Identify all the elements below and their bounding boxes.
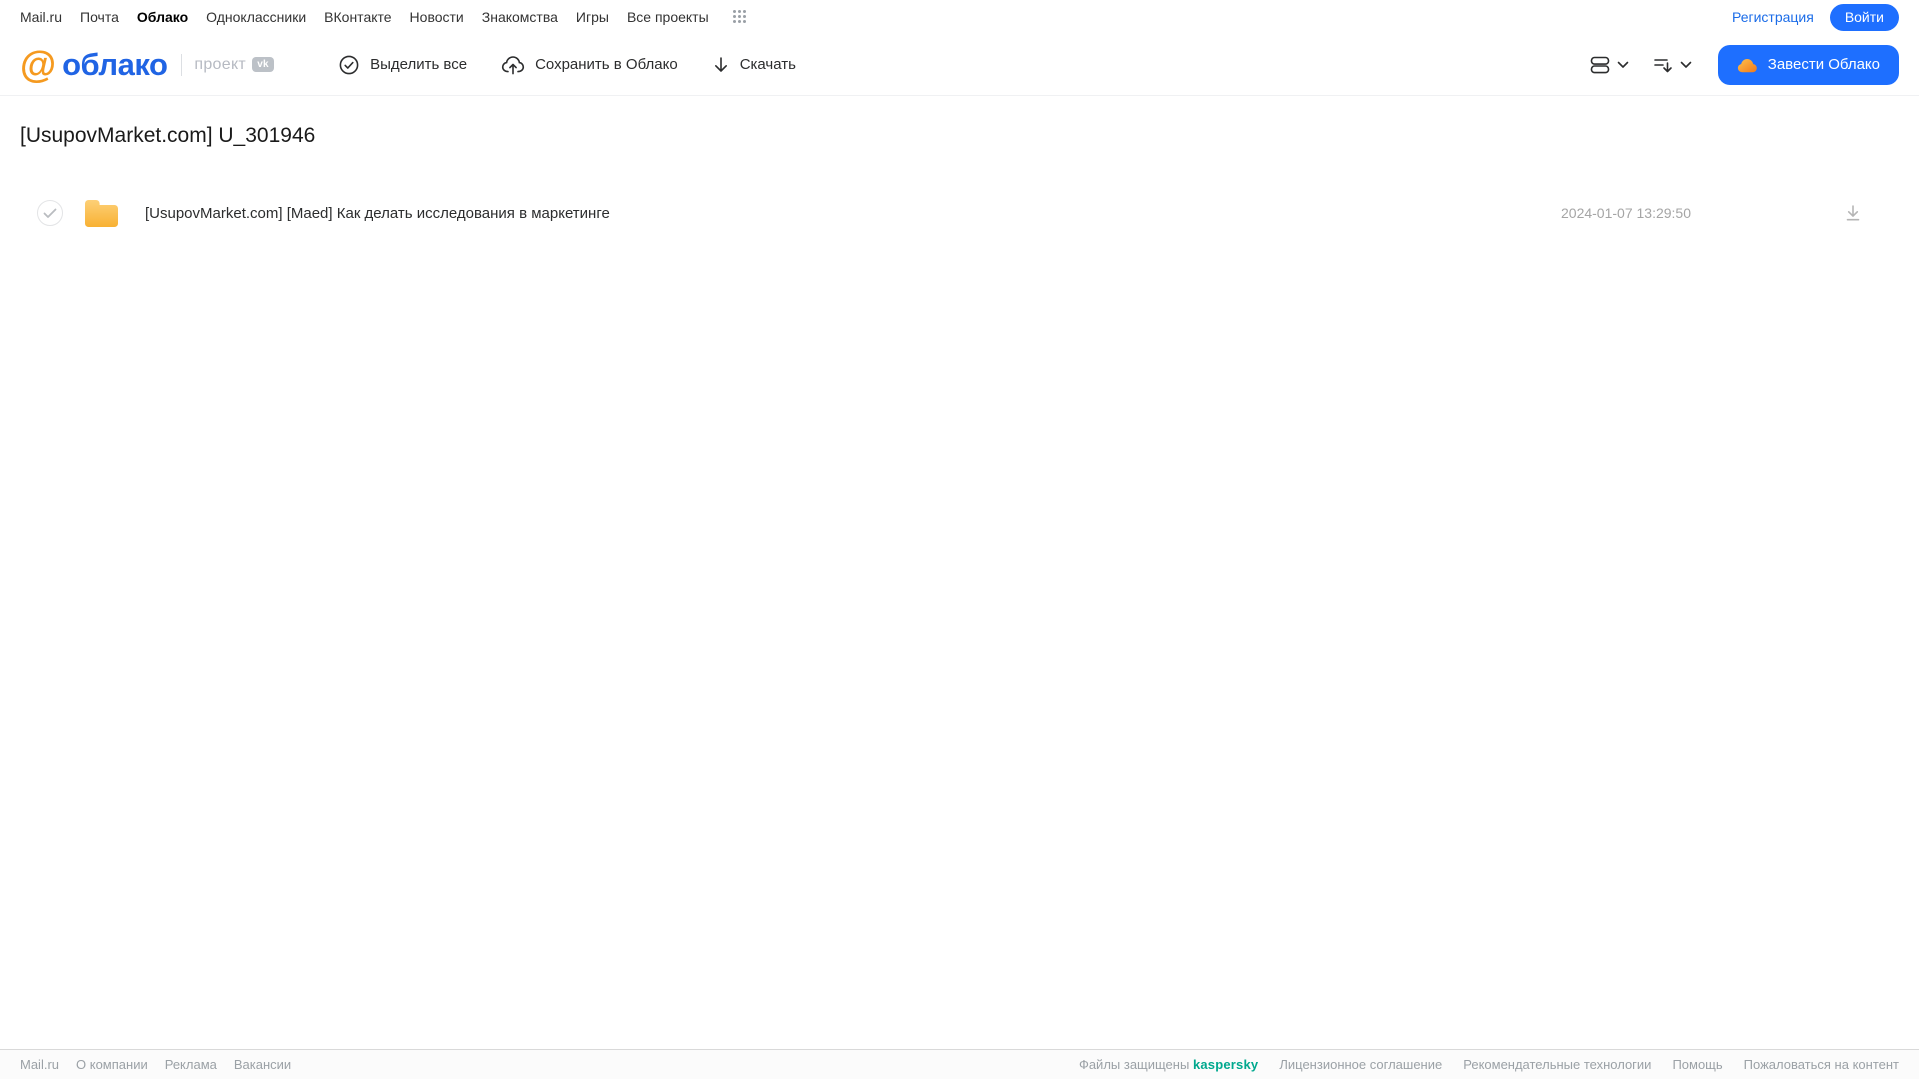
header-right-controls: Завести Облако: [1584, 44, 1899, 85]
nav-oblako[interactable]: Облако: [137, 9, 188, 25]
vk-logo-icon: vk: [252, 57, 275, 72]
row-checkbox[interactable]: [37, 200, 63, 226]
apps-grid-icon[interactable]: [732, 9, 748, 25]
create-cloud-button[interactable]: Завести Облако: [1717, 44, 1899, 85]
create-cloud-label: Завести Облако: [1767, 56, 1880, 73]
save-to-cloud-button[interactable]: Сохранить в Облако: [501, 54, 678, 76]
registration-link[interactable]: Регистрация: [1732, 9, 1814, 25]
nav-vse-proekty[interactable]: Все проекты: [627, 9, 709, 25]
file-toolbar: Выделить все Сохранить в Облако Скачать: [338, 54, 796, 76]
footer-ads[interactable]: Реклама: [165, 1057, 217, 1072]
view-mode-icon: [1588, 53, 1612, 77]
cloud-logo[interactable]: @ облако проект vk: [20, 44, 275, 85]
cloud-header: @ облако проект vk Выделить все Сохранит…: [0, 34, 1919, 96]
sort-dropdown[interactable]: [1647, 50, 1696, 80]
footer-about[interactable]: О компании: [76, 1057, 148, 1072]
portal-nav: Mail.ru Почта Облако Одноклассники ВКонт…: [0, 0, 1919, 34]
chevron-down-icon: [1680, 61, 1692, 69]
kaspersky-logo: kaspersky: [1192, 1057, 1259, 1072]
main-content: [UsupovMarket.com] U_301946 [UsupovMarke…: [0, 96, 1919, 236]
footer-recommendations[interactable]: Рекомендательные технологии: [1463, 1057, 1651, 1072]
nav-novosti[interactable]: Новости: [410, 9, 464, 25]
select-all-label: Выделить все: [370, 56, 468, 73]
footer-left-links: Mail.ru О компании Реклама Вакансии: [20, 1057, 291, 1072]
login-button[interactable]: Войти: [1829, 3, 1899, 31]
project-label: проект: [194, 55, 247, 73]
sort-icon: [1651, 54, 1675, 76]
file-date: 2024-01-07 13:29:50: [1561, 205, 1691, 221]
nav-pochta[interactable]: Почта: [80, 9, 119, 25]
chevron-down-icon: [1617, 61, 1629, 69]
footer-help[interactable]: Помощь: [1672, 1057, 1722, 1072]
portal-links: Mail.ru Почта Облако Одноклассники ВКонт…: [20, 9, 748, 25]
download-button[interactable]: Скачать: [712, 55, 796, 75]
orange-cloud-icon: [1737, 57, 1759, 73]
protected-label: Файлы защищены: [1078, 1057, 1190, 1072]
nav-igry[interactable]: Игры: [576, 9, 609, 25]
mailru-at-icon: @: [20, 44, 57, 85]
save-to-cloud-label: Сохранить в Облако: [535, 56, 678, 73]
footer-jobs[interactable]: Вакансии: [234, 1057, 291, 1072]
view-mode-dropdown[interactable]: [1584, 49, 1633, 81]
footer-report-content[interactable]: Пожаловаться на контент: [1744, 1057, 1899, 1072]
footer-mailru[interactable]: Mail.ru: [20, 1057, 59, 1072]
page-footer: Mail.ru О компании Реклама Вакансии Файл…: [0, 1049, 1919, 1079]
logo-divider: [181, 53, 183, 76]
cloud-upload-icon: [501, 54, 525, 76]
page-title: [UsupovMarket.com] U_301946: [20, 124, 316, 147]
download-arrow-icon: [712, 55, 730, 75]
nav-odnoklassniki[interactable]: Одноклассники: [206, 9, 306, 25]
row-download-icon[interactable]: [1844, 204, 1862, 222]
file-name-link[interactable]: [UsupovMarket.com] [Maed] Как делать исс…: [145, 205, 610, 222]
file-list: [UsupovMarket.com] [Maed] Как делать исс…: [20, 190, 1899, 236]
select-all-button[interactable]: Выделить все: [338, 54, 467, 76]
kaspersky-protection: Файлы защищены kaspersky: [1079, 1057, 1258, 1072]
footer-license[interactable]: Лицензионное соглашение: [1279, 1057, 1442, 1072]
nav-vkontakte[interactable]: ВКонтакте: [324, 9, 391, 25]
nav-znakomstva[interactable]: Знакомства: [482, 9, 558, 25]
download-label: Скачать: [739, 56, 796, 73]
folder-icon: [83, 198, 120, 229]
nav-mailru[interactable]: Mail.ru: [20, 9, 62, 25]
cloud-logo-text: облако: [62, 46, 168, 82]
check-circle-icon: [338, 54, 360, 76]
auth-area: Регистрация Войти: [1732, 3, 1899, 31]
file-row[interactable]: [UsupovMarket.com] [Maed] Как делать исс…: [20, 190, 1899, 236]
footer-right-links: Файлы защищены kaspersky Лицензионное со…: [1079, 1057, 1899, 1072]
project-vk-label: проект vk: [194, 55, 275, 74]
